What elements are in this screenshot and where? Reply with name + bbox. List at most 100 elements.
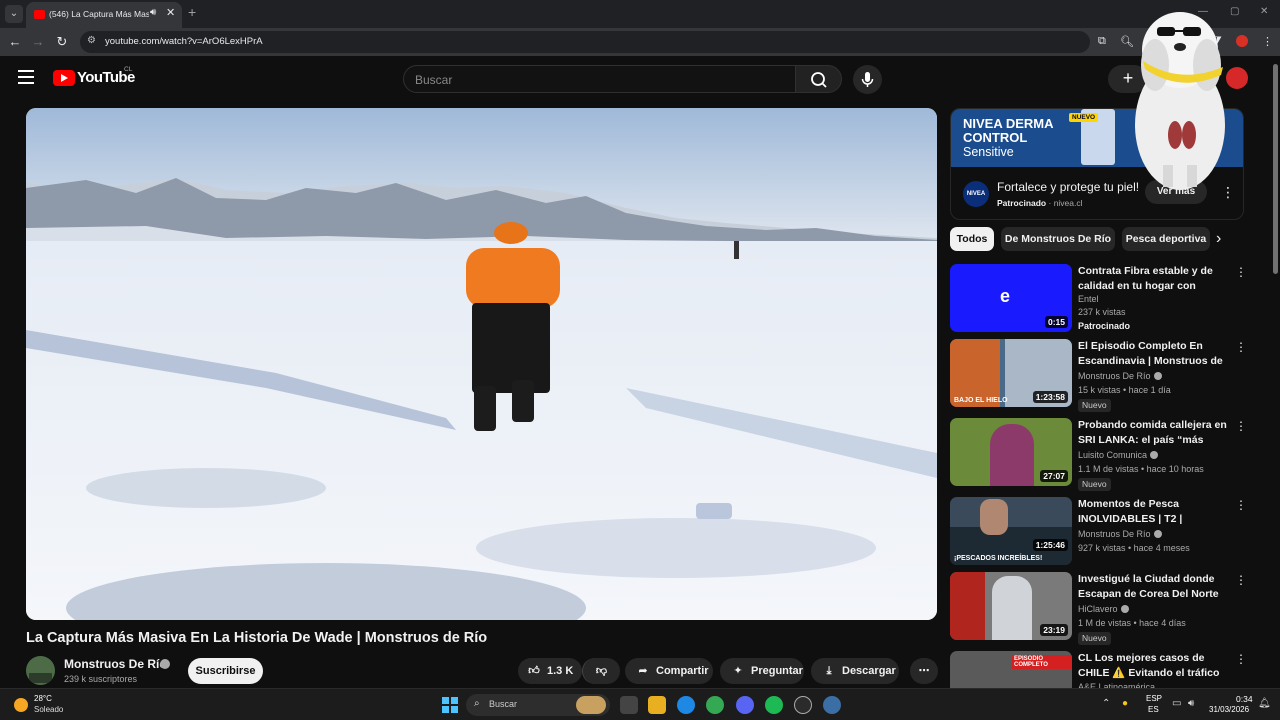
profile-icon[interactable] <box>1236 35 1248 47</box>
more-actions-button[interactable]: ⋯ <box>910 658 938 684</box>
cast-icon[interactable]: ⧉ <box>1098 35 1106 48</box>
rec-channel-line[interactable]: Monstruos De Río <box>1078 371 1162 381</box>
clock-time[interactable]: 0:34 <box>1236 694 1253 704</box>
clock-date[interactable]: 31/03/2026 <box>1209 705 1249 714</box>
weather-condition[interactable]: Soleado <box>34 705 63 714</box>
more-vert-icon[interactable]: ⋮ <box>1235 265 1247 279</box>
task-view-icon[interactable] <box>620 696 638 714</box>
close-tab-icon[interactable]: ✕ <box>166 6 175 19</box>
search-input[interactable]: Buscar <box>403 65 796 93</box>
network-icon[interactable]: ▭ <box>1172 698 1181 709</box>
rec-title[interactable]: Investigué la Ciudad donde Escapan de Co… <box>1078 572 1228 602</box>
channel-name[interactable]: Monstruos De Río <box>64 657 167 671</box>
video-duration: 1:25:46 <box>1032 539 1068 551</box>
rec-meta: 927 k vistas • hace 4 meses <box>1078 543 1190 553</box>
video-player[interactable] <box>26 108 937 620</box>
taskbar-search-box[interactable]: ⌕ Buscar <box>466 694 610 716</box>
rec-title[interactable]: Contrata Fibra estable y de calidad en t… <box>1078 264 1228 294</box>
back-icon[interactable]: ← <box>6 33 24 51</box>
subscribe-button[interactable]: Suscribirse <box>188 658 263 684</box>
search-icon <box>811 72 827 88</box>
share-label: Compartir <box>656 665 709 677</box>
browser-tab[interactable]: (546) La Captura Más Masiva 🔊︎ ✕ <box>26 2 182 28</box>
like-button[interactable]: 👍︎ 1.3 K <box>518 658 582 684</box>
more-vert-icon[interactable]: ⋮ <box>1235 498 1247 512</box>
speaker-icon[interactable]: 🔊︎ <box>150 7 156 18</box>
browser-menu-icon[interactable]: ⋮ <box>1262 35 1273 48</box>
more-horizontal-icon: ⋯ <box>918 665 930 677</box>
site-info-icon[interactable]: ⚙ <box>87 35 96 46</box>
chip-all[interactable]: Todos <box>950 227 994 251</box>
chip-channel[interactable]: De Monstruos De Río <box>1001 227 1115 251</box>
ad-brand-logo[interactable]: NIVEA <box>963 181 989 207</box>
video-thumbnail[interactable]: 23:19 <box>950 572 1072 640</box>
address-bar[interactable]: ⚙ youtube.com/watch?v=ArO6LexHPrA ⧉ 🔍︎ <box>80 31 1134 53</box>
rec-title[interactable]: Momentos de Pesca INOLVIDABLES | T2 | Mo… <box>1078 497 1228 527</box>
video-thumbnail[interactable]: ¡PESCADOS INCREÍBLES! 1:25:46 <box>950 497 1072 565</box>
weather-sun-icon[interactable] <box>14 698 28 712</box>
ask-button[interactable]: ✦ Preguntar <box>720 658 804 684</box>
github-icon[interactable] <box>794 696 812 714</box>
rec-title[interactable]: Probando comida callejera en SRI LANKA: … <box>1078 418 1228 448</box>
chrome-icon[interactable] <box>706 696 724 714</box>
spotify-icon[interactable] <box>765 696 783 714</box>
rec-channel-line[interactable]: Monstruos De Río <box>1078 529 1162 539</box>
more-vert-icon[interactable]: ⋮ <box>1235 340 1247 354</box>
discord-icon[interactable] <box>736 696 754 714</box>
ad-headline[interactable]: Fortalece y protege tu piel! <box>997 180 1139 194</box>
rec-title[interactable]: El Episodio Completo En Escandinavia | M… <box>1078 339 1228 369</box>
browser-tabstrip: ⌄ (546) La Captura Más Masiva 🔊︎ ✕ + — ▢… <box>0 0 1280 28</box>
rec-title[interactable]: CL Los mejores casos de CHILE ⚠️ Evitand… <box>1078 651 1228 681</box>
weather-temperature[interactable]: 28°C <box>34 694 52 703</box>
keyboard-layout[interactable]: ES <box>1148 705 1159 714</box>
input-language[interactable]: ESP <box>1146 694 1162 703</box>
notification-icon[interactable]: 🔔︎ <box>1258 698 1271 709</box>
video-duration: 23:19 <box>1040 624 1068 636</box>
dislike-button[interactable]: 👎︎ <box>582 658 620 684</box>
video-thumbnail[interactable]: EPISODIO COMPLETO <box>950 651 1072 688</box>
search-icon: ⌕ <box>474 698 480 709</box>
voice-search-button[interactable] <box>853 65 882 94</box>
tray-overflow-icon[interactable]: ⌃ <box>1102 698 1110 709</box>
close-window-icon[interactable]: ✕ <box>1260 6 1268 17</box>
taskbar-search-label: Buscar <box>489 699 518 709</box>
rec-channel-line[interactable]: HiClavero <box>1078 604 1129 614</box>
ask-label: Preguntar <box>751 665 803 677</box>
search-highlight-icon <box>576 696 606 714</box>
volume-icon[interactable]: 🔊︎ <box>1188 698 1194 709</box>
windows-start-icon[interactable] <box>442 697 458 713</box>
new-tab-button[interactable]: + <box>188 4 196 20</box>
channel-avatar[interactable] <box>26 656 55 685</box>
youtube-logo-icon[interactable] <box>53 70 75 86</box>
rec-channel[interactable]: Entel <box>1078 294 1099 304</box>
steam-icon[interactable] <box>823 696 841 714</box>
reload-icon[interactable]: ↻ <box>53 33 71 51</box>
ad-sponsored-label: Patrocinado <box>997 198 1047 208</box>
video-thumbnail[interactable]: BAJO EL HIELO 1:23:58 <box>950 339 1072 407</box>
edge-icon[interactable] <box>677 696 695 714</box>
video-thumbnail[interactable]: 27:07 <box>950 418 1072 486</box>
share-button[interactable]: ➦ Compartir <box>625 658 713 684</box>
url-text[interactable]: youtube.com/watch?v=ArO6LexHPrA <box>105 36 263 47</box>
chevron-right-icon[interactable]: › <box>1216 230 1221 248</box>
file-explorer-icon[interactable] <box>648 696 666 714</box>
tab-search-button[interactable]: ⌄ <box>5 5 23 23</box>
more-vert-icon[interactable]: ⋮ <box>1235 573 1247 587</box>
thumb-figure <box>980 499 1008 535</box>
chip-sport-fishing[interactable]: Pesca deportiva <box>1122 227 1210 251</box>
share-icon: ➦ <box>638 665 648 677</box>
youtube-header: YouTube CL Buscar + <box>0 56 1280 100</box>
scrollbar-thumb[interactable] <box>1273 64 1278 274</box>
download-button[interactable]: ⤓ Descargar <box>811 658 899 684</box>
thumb-overlay-text: BAJO EL HIELO <box>954 397 1008 404</box>
video-thumbnail[interactable]: e 0:15 <box>950 264 1072 332</box>
like-count: 1.3 K <box>547 665 574 677</box>
rec-channel-line[interactable]: Luisito Comunica <box>1078 450 1159 460</box>
forward-icon[interactable]: → <box>29 33 47 51</box>
search-button[interactable] <box>795 65 842 93</box>
more-vert-icon[interactable]: ⋮ <box>1235 652 1247 666</box>
more-vert-icon[interactable]: ⋮ <box>1235 419 1247 433</box>
search-placeholder: Buscar <box>415 73 453 87</box>
menu-icon[interactable] <box>18 70 34 84</box>
tray-app-icon[interactable]: ● <box>1122 698 1128 709</box>
